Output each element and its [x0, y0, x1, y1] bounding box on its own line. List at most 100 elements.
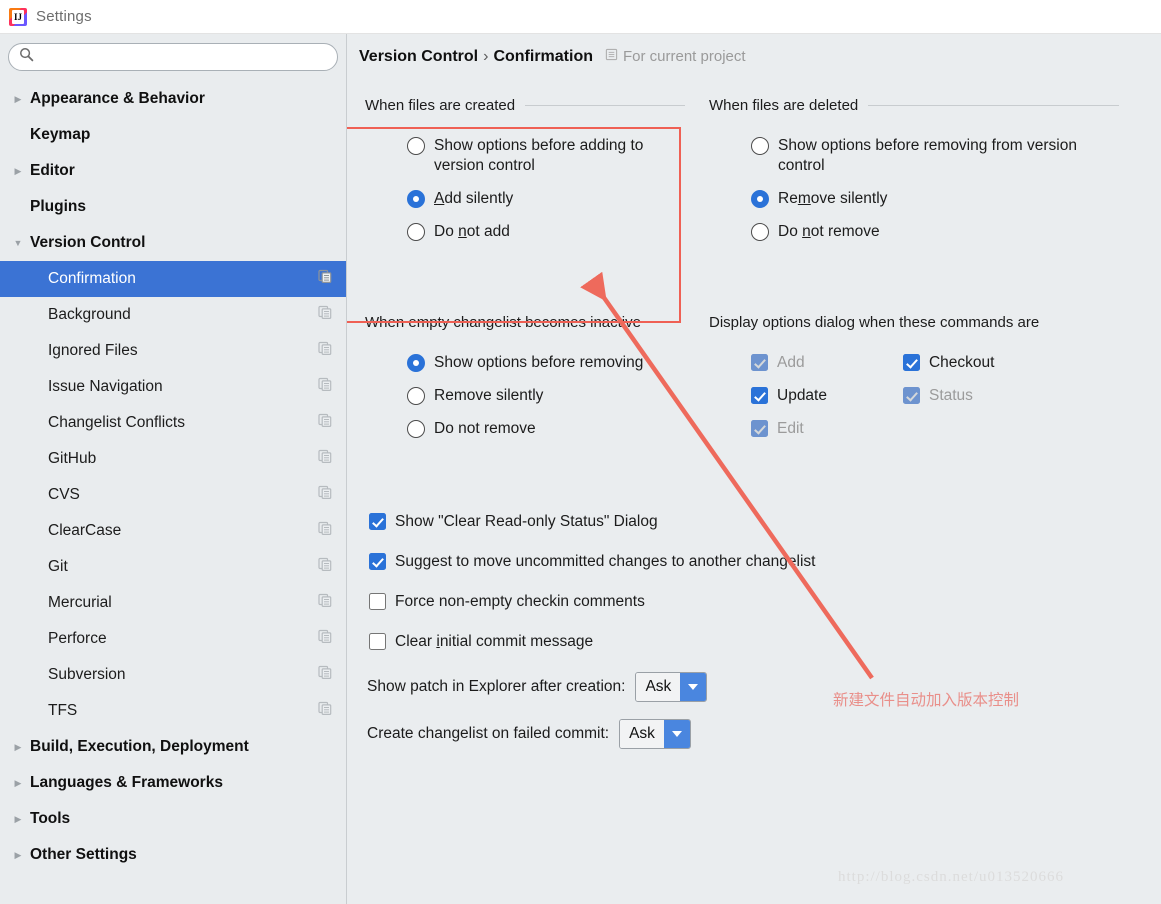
sidebar-item-label: Background	[48, 306, 131, 323]
chevron-right-icon[interactable]: ▶	[6, 850, 30, 860]
sidebar-item-version-control[interactable]: ▼ Version Control	[0, 225, 346, 261]
command-checkbox-update[interactable]: Update	[751, 386, 827, 406]
sidebar-item-git[interactable]: Git	[0, 549, 346, 585]
sidebar-item-subversion[interactable]: Subversion	[0, 657, 346, 693]
copy-settings-icon[interactable]	[318, 629, 332, 649]
sidebar-item-confirmation[interactable]: Confirmation	[0, 261, 346, 297]
checkbox[interactable]	[369, 513, 386, 530]
chevron-right-icon[interactable]: ▶	[6, 814, 30, 824]
copy-settings-icon[interactable]	[318, 521, 332, 541]
files-created-option[interactable]: Show options before adding to version co…	[407, 136, 685, 176]
chevron-down-icon[interactable]: ▼	[6, 238, 30, 248]
chevron-down-icon[interactable]	[663, 720, 690, 748]
sidebar-item-plugins[interactable]: Plugins	[0, 189, 346, 225]
radio-button[interactable]	[407, 420, 425, 438]
combo-label: Create changelist on failed commit:	[367, 725, 610, 742]
sidebar-item-label: GitHub	[48, 450, 97, 467]
general-checkbox[interactable]: Show "Clear Read-only Status" Dialog	[369, 512, 989, 532]
radio-label: Show options before removing from versio…	[778, 137, 1077, 174]
sidebar-item-perforce[interactable]: Perforce	[0, 621, 346, 657]
sidebar-item-appearance-behavior[interactable]: ▶ Appearance & Behavior	[0, 81, 346, 117]
sidebar-item-label: Build, Execution, Deployment	[30, 738, 249, 755]
checkbox-label: Add	[777, 354, 805, 371]
breadcrumb-parent[interactable]: Version Control	[359, 48, 478, 66]
empty-changelist-option[interactable]: Remove silently	[407, 386, 705, 406]
sidebar-item-github[interactable]: GitHub	[0, 441, 346, 477]
radio-button[interactable]	[407, 354, 425, 372]
copy-settings-icon[interactable]	[318, 377, 332, 397]
chevron-right-icon[interactable]: ▶	[6, 742, 30, 752]
sidebar-item-issue-navigation[interactable]: Issue Navigation	[0, 369, 346, 405]
checkbox[interactable]	[751, 387, 768, 404]
copy-settings-icon[interactable]	[318, 701, 332, 721]
sidebar-item-background[interactable]: Background	[0, 297, 346, 333]
search-box[interactable]	[8, 43, 338, 71]
sidebar-item-label: Appearance & Behavior	[30, 90, 205, 107]
group-display-options-title: Display options dialog when these comman…	[709, 314, 1040, 331]
copy-settings-icon[interactable]	[318, 557, 332, 577]
copy-settings-icon[interactable]	[318, 413, 332, 433]
checkbox[interactable]	[369, 593, 386, 610]
sidebar-item-label: Version Control	[30, 234, 146, 251]
dropdown-select[interactable]: Ask	[619, 719, 691, 749]
sidebar-item-label: Subversion	[48, 666, 126, 683]
empty-changelist-option[interactable]: Show options before removing	[407, 353, 705, 373]
empty-changelist-option[interactable]: Do not remove	[407, 419, 705, 439]
general-checkbox[interactable]: Suggest to move uncommitted changes to a…	[369, 552, 989, 572]
sidebar-item-tfs[interactable]: TFS	[0, 693, 346, 729]
general-checkbox[interactable]: Force non-empty checkin comments	[369, 592, 989, 612]
files-deleted-option[interactable]: Remove silently	[751, 189, 1119, 209]
sidebar-item-ignored-files[interactable]: Ignored Files	[0, 333, 346, 369]
checkbox[interactable]	[369, 633, 386, 650]
search-icon	[19, 47, 34, 67]
files-created-option[interactable]: Add silently	[407, 189, 685, 209]
sidebar-item-build-execution-deployment[interactable]: ▶ Build, Execution, Deployment	[0, 729, 346, 765]
files-deleted-option[interactable]: Do not remove	[751, 222, 1119, 242]
sidebar-item-cvs[interactable]: CVS	[0, 477, 346, 513]
sidebar-item-changelist-conflicts[interactable]: Changelist Conflicts	[0, 405, 346, 441]
checkbox-label: Checkout	[928, 354, 995, 371]
sidebar-item-languages-frameworks[interactable]: ▶ Languages & Frameworks	[0, 765, 346, 801]
sidebar-item-editor[interactable]: ▶ Editor	[0, 153, 346, 189]
checkbox[interactable]	[902, 354, 920, 371]
sidebar-item-label: Perforce	[48, 630, 107, 647]
chevron-right-icon[interactable]: ▶	[6, 778, 30, 788]
chevron-right-icon[interactable]: ▶	[6, 94, 30, 104]
copy-settings-icon[interactable]	[318, 593, 332, 613]
commands-column-right: Checkout Status	[902, 353, 995, 452]
checkbox-label: Status	[928, 387, 973, 404]
sidebar-item-tools[interactable]: ▶ Tools	[0, 801, 346, 837]
copy-settings-icon[interactable]	[318, 341, 332, 361]
group-display-options: Display options dialog when these comman…	[709, 314, 1129, 452]
copy-settings-icon[interactable]	[318, 449, 332, 469]
files-created-option[interactable]: Do not add	[407, 222, 685, 242]
radio-button[interactable]	[751, 137, 769, 155]
copy-settings-icon[interactable]	[318, 305, 332, 325]
command-checkbox-checkout[interactable]: Checkout	[902, 353, 995, 373]
copy-settings-icon[interactable]	[318, 269, 332, 289]
command-checkbox-add: Add	[751, 353, 827, 373]
files-deleted-option[interactable]: Show options before removing from versio…	[751, 136, 1119, 176]
search-input[interactable]	[40, 48, 327, 66]
copy-settings-icon[interactable]	[318, 485, 332, 505]
sidebar-item-clearcase[interactable]: ClearCase	[0, 513, 346, 549]
sidebar-item-mercurial[interactable]: Mercurial	[0, 585, 346, 621]
sidebar-item-keymap[interactable]: Keymap	[0, 117, 346, 153]
chevron-right-icon[interactable]: ▶	[6, 166, 30, 176]
group-empty-changelist-header: When empty changelist becomes inactive	[365, 314, 705, 331]
radio-button[interactable]	[407, 387, 425, 405]
sidebar-item-other-settings[interactable]: ▶ Other Settings	[0, 837, 346, 873]
general-checkbox-list: Show "Clear Read-only Status" Dialog Sugg…	[369, 512, 989, 672]
radio-button[interactable]	[407, 137, 425, 155]
radio-label: Show options before adding to version co…	[434, 137, 644, 174]
chevron-down-icon[interactable]	[680, 673, 707, 701]
general-checkbox[interactable]: Clear initial commit message	[369, 632, 989, 652]
radio-button[interactable]	[407, 190, 425, 208]
radio-button[interactable]	[407, 223, 425, 241]
checkbox[interactable]	[369, 553, 386, 570]
dropdown-select[interactable]: Ask	[635, 672, 708, 702]
radio-button[interactable]	[751, 223, 769, 241]
sidebar-item-label: ClearCase	[48, 522, 122, 539]
copy-settings-icon[interactable]	[318, 665, 332, 685]
radio-button[interactable]	[751, 190, 769, 208]
